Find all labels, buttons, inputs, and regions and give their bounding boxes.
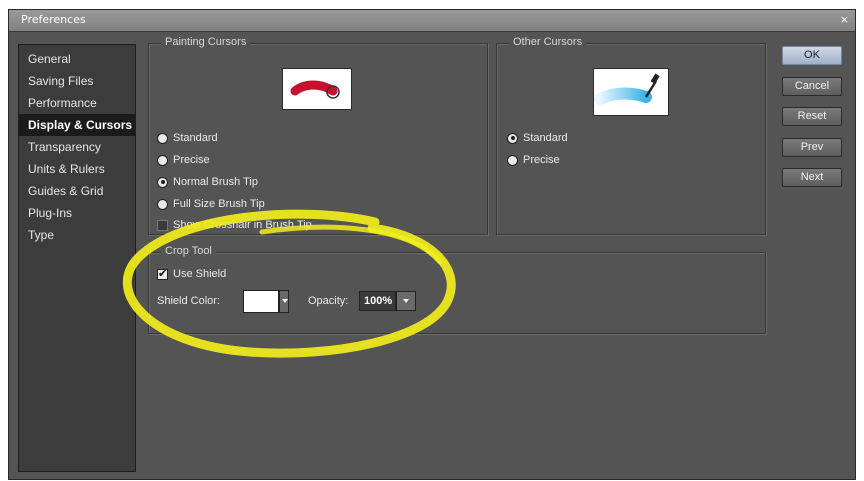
sidebar-item-plug-ins[interactable]: Plug-Ins: [19, 202, 135, 224]
category-list: General Saving Files Performance Display…: [18, 44, 136, 472]
painting-full-size-brush-tip-radio[interactable]: Full Size Brush Tip: [157, 196, 265, 212]
eyedropper-icon: [593, 68, 669, 116]
opacity-label: Opacity:: [308, 295, 349, 307]
chevron-down-icon: [403, 299, 409, 303]
sidebar-item-display-cursors[interactable]: Display & Cursors: [19, 114, 135, 136]
painting-cursors-legend: Painting Cursors: [161, 36, 251, 48]
shield-color-swatch[interactable]: [243, 290, 279, 313]
radio-indicator: [507, 132, 518, 144]
sidebar-item-type[interactable]: Type: [19, 224, 135, 246]
radio-indicator: [157, 198, 168, 210]
other-precise-radio[interactable]: Precise: [507, 152, 560, 168]
shield-color-label: Shield Color:: [157, 295, 220, 307]
crop-tool-group: Crop Tool ✔ Use Shield Shield Color: Opa…: [148, 245, 766, 334]
cancel-button[interactable]: Cancel: [782, 77, 842, 96]
preferences-dialog: Preferences × General Saving Files Perfo…: [8, 9, 856, 480]
sidebar-item-saving-files[interactable]: Saving Files: [19, 70, 135, 92]
use-shield-checkbox[interactable]: ✔ Use Shield: [157, 266, 226, 282]
use-shield-label: Use Shield: [173, 268, 227, 280]
chevron-down-icon: [282, 299, 288, 303]
other-precise-label: Precise: [523, 154, 560, 166]
sidebar-item-performance[interactable]: Performance: [19, 92, 135, 114]
painting-cursors-group: Painting Cursors Standard Precise Normal…: [148, 36, 488, 235]
sidebar-item-transparency[interactable]: Transparency: [19, 136, 135, 158]
other-standard-label: Standard: [523, 132, 568, 144]
radio-indicator: [157, 154, 168, 166]
checkbox-indicator: [157, 219, 168, 231]
brush-cursor-icon: [282, 68, 352, 110]
other-cursors-legend: Other Cursors: [509, 36, 587, 48]
opacity-dropdown[interactable]: [396, 291, 416, 311]
other-standard-radio[interactable]: Standard: [507, 130, 568, 146]
painting-normal-brush-tip-label: Normal Brush Tip: [173, 176, 258, 188]
painting-standard-label: Standard: [173, 132, 218, 144]
shield-color-dropdown[interactable]: [279, 290, 289, 313]
painting-full-size-brush-tip-label: Full Size Brush Tip: [173, 198, 265, 210]
sidebar-item-general[interactable]: General: [19, 48, 135, 70]
sidebar-item-guides-grid[interactable]: Guides & Grid: [19, 180, 135, 202]
painting-normal-brush-tip-radio[interactable]: Normal Brush Tip: [157, 174, 258, 190]
close-icon[interactable]: ×: [840, 13, 849, 26]
painting-precise-label: Precise: [173, 154, 210, 166]
radio-indicator: [507, 154, 518, 166]
next-button[interactable]: Next: [782, 168, 842, 187]
sidebar-item-units-rulers[interactable]: Units & Rulers: [19, 158, 135, 180]
ok-button[interactable]: OK: [782, 46, 842, 65]
checkbox-indicator: ✔: [157, 267, 168, 280]
painting-standard-radio[interactable]: Standard: [157, 130, 218, 146]
reset-button[interactable]: Reset: [782, 107, 842, 126]
other-cursors-group: Other Cursors Standard Precise: [496, 36, 766, 235]
show-crosshair-label: Show Crosshair in Brush Tip: [173, 219, 312, 231]
opacity-field[interactable]: 100%: [359, 291, 396, 311]
radio-indicator: [157, 176, 168, 188]
radio-indicator: [157, 132, 168, 144]
prev-button[interactable]: Prev: [782, 138, 842, 157]
crop-tool-legend: Crop Tool: [161, 245, 216, 257]
show-crosshair-checkbox[interactable]: Show Crosshair in Brush Tip: [157, 217, 312, 233]
title-bar: Preferences ×: [9, 10, 855, 32]
window-title: Preferences: [21, 13, 86, 26]
checkmark-icon: ✔: [158, 267, 168, 280]
painting-precise-radio[interactable]: Precise: [157, 152, 210, 168]
